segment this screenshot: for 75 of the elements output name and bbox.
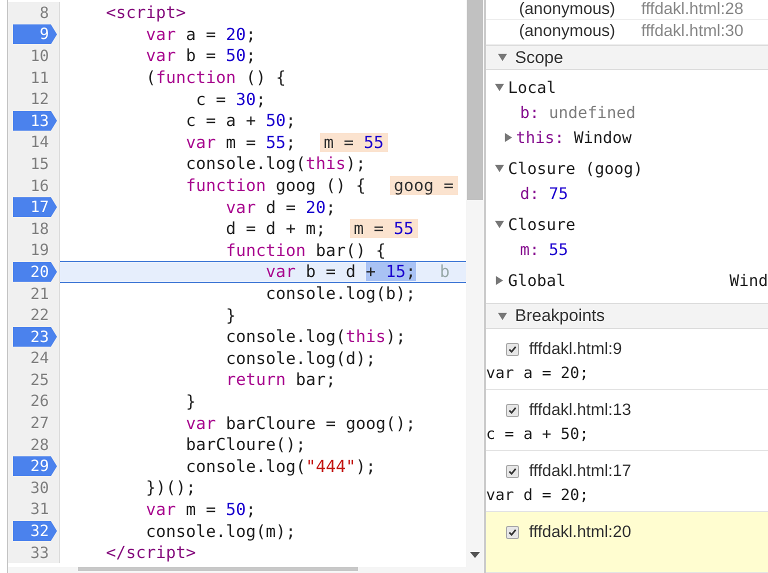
scope-group-label[interactable]: Closure (508, 215, 576, 234)
code-line: var d = 20; (224, 198, 336, 217)
code-line: <script> (104, 3, 186, 22)
expand-triangle-icon[interactable] (495, 220, 504, 230)
scope-variable: m: 55 (520, 240, 568, 260)
code-line: c = 30; (194, 90, 266, 109)
code-line: console.log(this); (224, 327, 406, 346)
scope-value: Wind (729, 271, 768, 290)
breakpoint-marker[interactable]: 17 (13, 197, 57, 218)
breakpoint-code: var d = 20; (486, 485, 590, 506)
scope-variable: d: 75 (520, 184, 568, 204)
code-line: function goog () { (184, 176, 366, 196)
scope-variable: b: undefined (520, 103, 636, 122)
code-line: console.log(m); (144, 522, 296, 541)
code-line: d = d + m; (224, 219, 326, 238)
breakpoint-marker[interactable]: 23 (13, 326, 57, 347)
expand-triangle-icon[interactable] (495, 83, 504, 92)
breakpoint-marker[interactable]: 20 (13, 262, 57, 282)
code-line: return bar; (224, 370, 336, 390)
breakpoint-marker[interactable]: 29 (13, 456, 57, 476)
breakpoint-location: fffdakl.html:17 (529, 462, 632, 481)
expand-triangle-icon[interactable] (504, 133, 513, 142)
code-line: } (224, 306, 236, 325)
breakpoints-header[interactable]: Breakpoints (486, 303, 768, 330)
checkbox[interactable] (506, 342, 519, 356)
code-line: var barCloure = goog(); (184, 414, 416, 433)
inline-value: b (440, 262, 450, 282)
call-frame-location[interactable]: fffdakl.html:30 (641, 22, 744, 42)
inline-value: goog = (390, 176, 458, 196)
expand-triangle-icon[interactable] (495, 276, 504, 286)
scope-group-label[interactable]: Local (508, 78, 556, 98)
code-line: var a = 20; (144, 24, 256, 44)
breakpoint-marker[interactable]: 9 (13, 24, 57, 44)
code-line: console.log("444"); (184, 456, 376, 476)
checkbox[interactable] (506, 404, 519, 417)
code-line: </script> (104, 543, 196, 562)
breakpoint-location: fffdakl.html:9 (529, 340, 622, 359)
code-line: (function () { (144, 68, 286, 88)
code-line: console.log(d); (224, 348, 376, 368)
call-frame-location[interactable]: fffdakl.html:28 (641, 0, 744, 19)
section-title: Scope (515, 48, 564, 68)
code-line: var m = 50; (144, 500, 256, 519)
breakpoint-location: fffdakl.html:20 (529, 522, 632, 542)
section-title: Breakpoints (515, 306, 605, 326)
scope-header[interactable]: Scope (486, 44, 768, 70)
inline-value: m = 55 (320, 132, 388, 152)
scrollbar[interactable] (466, 0, 484, 567)
code-line: barCloure(); (184, 435, 306, 454)
code-line: function bar() { (224, 240, 386, 260)
scope-group-label[interactable]: Global (508, 271, 566, 290)
code-line: console.log(this); (184, 154, 366, 174)
breakpoint-code: var a = 20; (486, 363, 590, 384)
inline-value: m = 55 (350, 219, 418, 238)
call-frame-name[interactable]: (anonymous) (519, 22, 616, 42)
breakpoint-marker[interactable]: 32 (13, 521, 57, 542)
scroll-down-icon[interactable] (470, 552, 480, 558)
checkbox[interactable] (506, 464, 519, 478)
breakpoint-item[interactable]: fffdakl.html:20 (486, 512, 768, 573)
breakpoint-code: c = a + 50; (486, 424, 590, 446)
expand-triangle-icon[interactable] (498, 53, 507, 62)
code-line: })(); (144, 478, 196, 498)
expand-triangle-icon[interactable] (495, 164, 504, 174)
call-frame-name[interactable]: (anonymous) (519, 0, 616, 19)
code-line: var b = d + 15; (264, 262, 416, 282)
code-line: } (184, 392, 196, 411)
scope-group-label[interactable]: Closure (goog) (508, 159, 643, 178)
scope-variable: this: Window (516, 128, 632, 148)
breakpoint-location: fffdakl.html:13 (529, 400, 632, 420)
code-line: console.log(b); (264, 284, 416, 304)
code-line: var m = 55; (184, 132, 296, 152)
breakpoint-marker[interactable]: 13 (13, 110, 57, 131)
checkbox[interactable] (506, 526, 519, 539)
code-line: c = a + 50; (184, 111, 296, 130)
expand-triangle-icon[interactable] (498, 312, 507, 321)
code-line: var b = 50; (144, 46, 256, 66)
